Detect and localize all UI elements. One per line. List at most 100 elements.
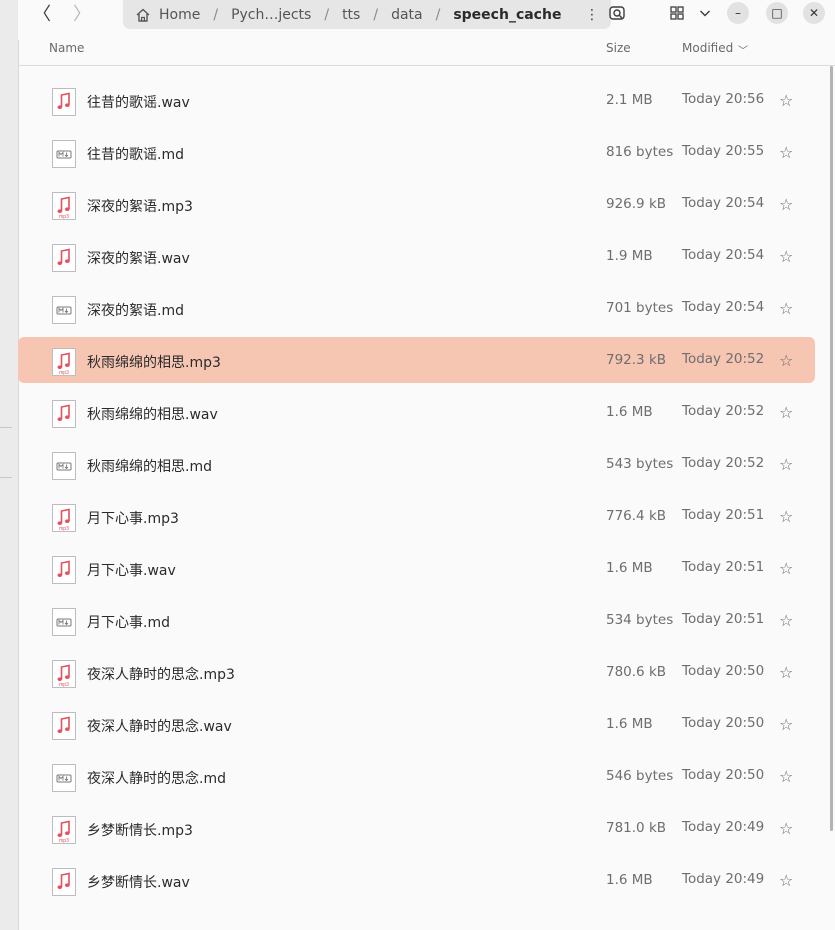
column-size[interactable]: Size <box>606 41 631 55</box>
view-options-chevron-icon[interactable] <box>693 3 717 23</box>
file-row[interactable]: 夜深人静时的思念.wav 1.6 MB Today 20:50 ☆ <box>18 701 815 747</box>
file-size: 1.6 MB <box>606 560 653 576</box>
audio-file-icon <box>52 400 76 428</box>
file-modified: Today 20:56 <box>682 91 765 107</box>
star-icon[interactable]: ☆ <box>779 247 793 266</box>
file-name: 夜深人静时的思念.md <box>87 771 226 787</box>
file-name: 深夜的絮语.md <box>87 303 184 319</box>
file-row-partial[interactable] <box>18 920 815 930</box>
file-size: 543 bytes <box>606 456 674 472</box>
file-size: 780.6 kB <box>606 664 667 680</box>
file-modified: Today 20:55 <box>682 143 765 159</box>
file-modified: Today 20:51 <box>682 507 765 523</box>
forward-button[interactable]: 〉 <box>67 2 97 25</box>
file-name: 深夜的絮语.wav <box>87 251 190 267</box>
breadcrumb-separator: / <box>373 6 379 23</box>
file-size: 926.9 kB <box>606 196 667 212</box>
file-name: 夜深人静时的思念.mp3 <box>87 667 235 683</box>
file-row[interactable]: mp3 乡梦断情长.mp3 781.0 kB Today 20:49 ☆ <box>18 805 815 851</box>
svg-text:mp3: mp3 <box>59 370 69 376</box>
file-list: 往昔的歌谣.wav 2.1 MB Today 20:56 ☆ 往昔的歌谣.md 816 b… <box>18 66 828 930</box>
file-row[interactable]: mp3 月下心事.mp3 776.4 kB Today 20:51 ☆ <box>18 493 815 539</box>
file-row[interactable]: 乡梦断情长.wav 1.6 MB Today 20:49 ☆ <box>18 857 815 903</box>
file-size: 1.6 MB <box>606 716 653 732</box>
file-name: 月下心事.mp3 <box>87 511 179 527</box>
file-name: 乡梦断情长.mp3 <box>87 823 193 839</box>
column-header: Name Size Modified ﹀ <box>18 40 835 66</box>
file-name: 秋雨绵绵的相思.md <box>87 459 212 475</box>
star-icon[interactable]: ☆ <box>779 91 793 110</box>
file-row[interactable]: 深夜的絮语.md 701 bytes Today 20:54 ☆ <box>18 285 815 331</box>
file-row[interactable]: mp3 夜深人静时的思念.mp3 780.6 kB Today 20:50 ☆ <box>18 649 815 695</box>
star-icon[interactable]: ☆ <box>779 767 793 786</box>
file-name: 往昔的歌谣.md <box>87 147 184 163</box>
file-name: 乡梦断情长.wav <box>87 875 190 891</box>
breadcrumb-projects[interactable]: Pych…jects <box>228 7 314 23</box>
back-button[interactable]: 〈 <box>27 2 57 25</box>
path-menu-button[interactable]: ⋮ <box>585 7 599 23</box>
file-row[interactable]: 往昔的歌谣.md 816 bytes Today 20:55 ☆ <box>18 129 815 175</box>
breadcrumb-speech-cache[interactable]: speech_cache <box>450 7 564 23</box>
star-icon[interactable]: ☆ <box>779 351 793 370</box>
minimize-button[interactable]: – <box>727 2 749 24</box>
audio-file-icon: mp3 <box>52 504 76 532</box>
star-icon[interactable]: ☆ <box>779 715 793 734</box>
path-bar: Home / Pych…jects / tts / data / speech_… <box>123 0 611 29</box>
home-icon <box>136 8 150 22</box>
star-icon[interactable]: ☆ <box>779 507 793 526</box>
file-name: 月下心事.md <box>87 615 170 631</box>
file-row[interactable]: 月下心事.md 534 bytes Today 20:51 ☆ <box>18 597 815 643</box>
file-row[interactable]: 秋雨绵绵的相思.md 543 bytes Today 20:52 ☆ <box>18 441 815 487</box>
file-row[interactable]: 深夜的絮语.wav 1.9 MB Today 20:54 ☆ <box>18 233 815 279</box>
star-icon[interactable]: ☆ <box>779 819 793 838</box>
file-row-partial[interactable] <box>18 66 815 72</box>
file-row[interactable]: 秋雨绵绵的相思.wav 1.6 MB Today 20:52 ☆ <box>18 389 815 435</box>
star-icon[interactable]: ☆ <box>779 195 793 214</box>
file-modified: Today 20:51 <box>682 611 765 627</box>
breadcrumb-data[interactable]: data <box>388 7 426 23</box>
star-icon[interactable]: ☆ <box>779 299 793 318</box>
file-name: 深夜的絮语.mp3 <box>87 199 193 215</box>
file-modified: Today 20:51 <box>682 559 765 575</box>
audio-file-icon <box>52 244 76 272</box>
file-modified: Today 20:52 <box>682 455 765 471</box>
audio-file-icon: mp3 <box>52 816 76 844</box>
file-size: 1.6 MB <box>606 404 653 420</box>
star-icon[interactable]: ☆ <box>779 403 793 422</box>
star-icon[interactable]: ☆ <box>779 663 793 682</box>
file-modified: Today 20:50 <box>682 663 765 679</box>
file-row[interactable]: 往昔的歌谣.wav 2.1 MB Today 20:56 ☆ <box>18 77 815 123</box>
star-icon[interactable]: ☆ <box>779 143 793 162</box>
file-size: 792.3 kB <box>606 352 667 368</box>
maximize-button[interactable]: □ <box>766 2 788 24</box>
file-size: 776.4 kB <box>606 508 667 524</box>
breadcrumb-separator: / <box>213 6 219 23</box>
column-modified[interactable]: Modified <box>682 41 733 55</box>
star-icon[interactable]: ☆ <box>779 455 793 474</box>
file-row[interactable]: 月下心事.wav 1.6 MB Today 20:51 ☆ <box>18 545 815 591</box>
sort-chevron-icon[interactable]: ﹀ <box>738 42 748 57</box>
search-icon[interactable] <box>606 3 630 23</box>
markdown-file-icon <box>52 296 76 324</box>
file-modified: Today 20:49 <box>682 819 765 835</box>
file-modified: Today 20:52 <box>682 403 765 419</box>
star-icon[interactable]: ☆ <box>779 559 793 578</box>
audio-file-icon: mp3 <box>52 660 76 688</box>
star-icon[interactable]: ☆ <box>779 611 793 630</box>
breadcrumb-tts[interactable]: tts <box>339 7 363 23</box>
file-row[interactable]: 夜深人静时的思念.md 546 bytes Today 20:50 ☆ <box>18 753 815 799</box>
close-button[interactable]: ✕ <box>803 2 825 24</box>
file-row-selected[interactable]: mp3 秋雨绵绵的相思.mp3 792.3 kB Today 20:52 ☆ <box>18 337 815 383</box>
file-name: 往昔的歌谣.wav <box>87 95 190 111</box>
column-name[interactable]: Name <box>49 41 84 55</box>
scrollbar[interactable] <box>830 66 833 831</box>
audio-file-icon <box>52 88 76 116</box>
file-row[interactable]: mp3 深夜的絮语.mp3 926.9 kB Today 20:54 ☆ <box>18 181 815 227</box>
breadcrumb-home[interactable]: Home <box>156 7 203 23</box>
breadcrumb-separator: / <box>324 6 330 23</box>
grid-view-icon[interactable] <box>665 3 689 23</box>
file-size: 534 bytes <box>606 612 674 628</box>
svg-text:mp3: mp3 <box>59 526 69 532</box>
markdown-file-icon <box>52 764 76 792</box>
star-icon[interactable]: ☆ <box>779 871 793 890</box>
